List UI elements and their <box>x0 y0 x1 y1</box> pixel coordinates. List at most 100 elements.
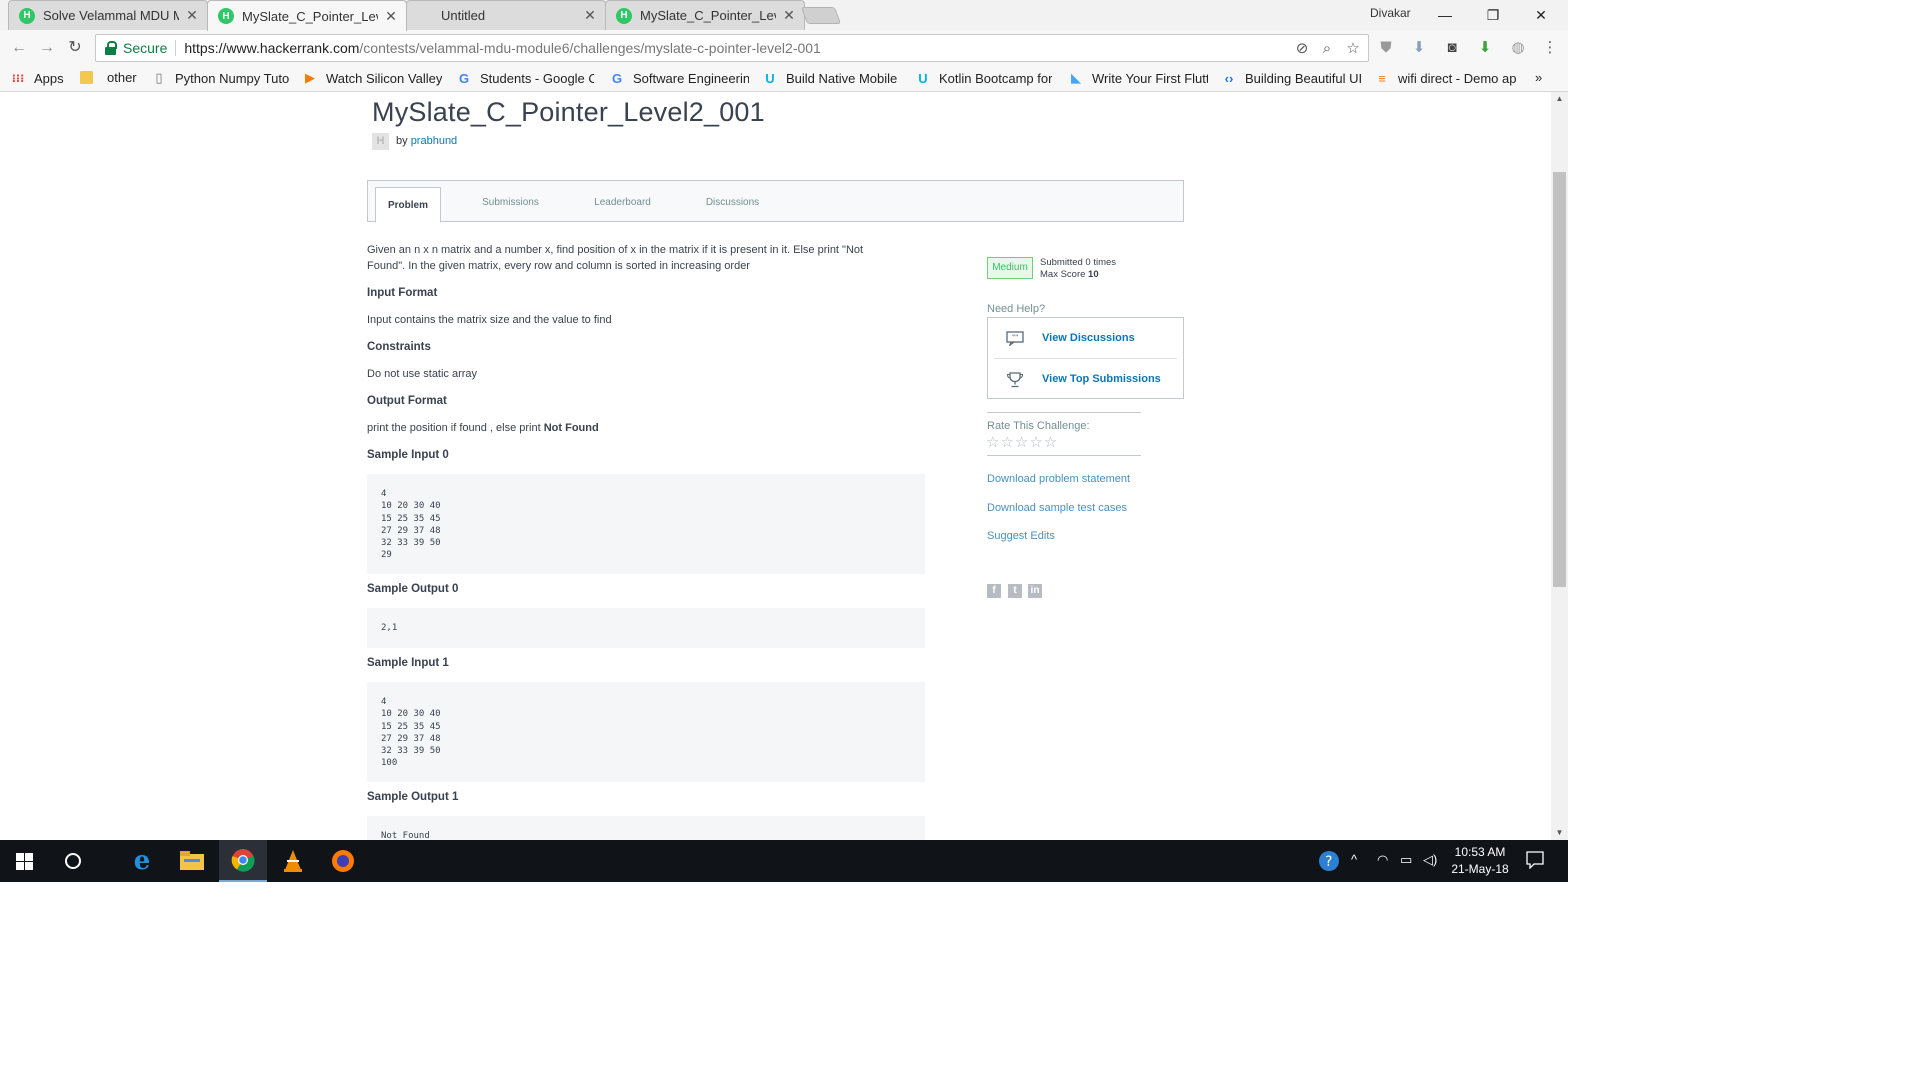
bookmarks-overflow-button[interactable]: » <box>1535 70 1542 85</box>
back-icon[interactable]: ← <box>9 38 29 58</box>
bookmark-item[interactable]: G Students - Google C <box>456 70 594 86</box>
rate-label: Rate This Challenge: <box>987 420 1090 432</box>
bookmark-folder-other[interactable]: other <box>80 70 145 85</box>
profile-name[interactable]: Divakar <box>1370 6 1411 20</box>
chrome-taskbar-icon[interactable] <box>219 840 267 882</box>
page-icon: ▯ <box>155 70 163 85</box>
download-statement-link[interactable]: Download problem statement <box>987 473 1130 485</box>
sample-output-0[interactable]: 2,1 <box>367 608 925 648</box>
edge-icon[interactable]: e <box>118 840 166 882</box>
system-clock[interactable]: 10:53 AM 21-May-18 <box>1440 844 1520 878</box>
browser-tab[interactable]: H Solve Velammal MDU Mc ✕ <box>8 0 208 30</box>
view-top-submissions-link[interactable]: View Top Submissions <box>988 359 1183 399</box>
shield-extension-icon[interactable]: ⛊ <box>1377 39 1395 57</box>
svg-text:"": "" <box>1012 334 1018 341</box>
tab-leaderboard[interactable]: Leaderboard <box>580 181 665 223</box>
browser-toolbar: ← → ↻ Secure https://www.hackerrank.com /… <box>0 30 1568 66</box>
bookmark-item[interactable]: ≡ wifi direct - Demo ap <box>1374 70 1518 86</box>
wifi-icon[interactable]: ◠ <box>1377 852 1388 868</box>
constraints-text: Do not use static array <box>367 368 478 380</box>
url-path: /contests/velammal-mdu-module6/challenge… <box>359 40 821 56</box>
lock-icon <box>105 41 117 55</box>
scrollbar-thumb[interactable] <box>1553 172 1566 587</box>
page-scrollbar[interactable]: ▲ ▼ <box>1551 92 1568 840</box>
download-extension-icon[interactable]: ⬇ <box>1410 39 1428 57</box>
close-tab-icon[interactable]: ✕ <box>384 8 398 25</box>
sample-input-0[interactable]: 4 10 20 30 40 15 25 35 45 27 29 37 48 32… <box>367 474 925 574</box>
input-format-heading: Input Format <box>367 287 438 299</box>
zoom-icon[interactable]: ⌕ <box>1318 40 1336 58</box>
secure-label: Secure <box>123 40 177 56</box>
suggest-edits-link[interactable]: Suggest Edits <box>987 530 1055 542</box>
firefox-icon[interactable] <box>319 840 367 882</box>
translate-icon[interactable]: ⊘ <box>1293 40 1311 58</box>
need-help-heading: Need Help? <box>987 303 1046 315</box>
page-content: MySlate_C_Pointer_Level2_001 H by prabhu… <box>0 92 1551 840</box>
bookmark-item[interactable]: ▯ Python Numpy Tuto <box>151 70 291 86</box>
tab-title: MySlate_C_Pointer_Level2 <box>640 8 776 23</box>
author-link[interactable]: prabhund <box>411 135 458 147</box>
difficulty-badge: Medium <box>987 257 1033 279</box>
input-format-text: Input contains the matrix size and the v… <box>367 314 612 326</box>
not-found-bold: Not Found <box>543 422 599 434</box>
chrome-menu-icon[interactable]: ⋮ <box>1541 39 1559 57</box>
new-tab-button[interactable] <box>800 7 842 24</box>
bookmark-star-icon[interactable]: ☆ <box>1344 40 1362 58</box>
browser-tab-active[interactable]: H MySlate_C_Pointer_Level2 ✕ <box>207 0 407 31</box>
scroll-up-icon[interactable]: ▲ <box>1551 92 1568 106</box>
view-discussions-link[interactable]: "" View Discussions <box>988 318 1183 358</box>
browser-tab[interactable]: Untitled ✕ <box>406 0 606 30</box>
close-tab-icon[interactable]: ✕ <box>782 7 796 24</box>
twitter-icon[interactable]: t <box>1008 584 1022 598</box>
minimize-icon[interactable]: — <box>1422 3 1468 27</box>
author-line: by prabhund <box>396 135 457 147</box>
bookmark-item[interactable]: U Build Native Mobile <box>762 70 902 86</box>
bookmark-item[interactable]: G Software Engineerin <box>609 70 749 86</box>
vlc-icon[interactable] <box>269 840 317 882</box>
address-bar[interactable]: Secure https://www.hackerrank.com/contes… <box>95 34 1369 62</box>
tab-submissions[interactable]: Submissions <box>468 181 553 223</box>
sample-output-1[interactable]: Not Found <box>367 816 925 840</box>
restore-icon[interactable]: ❐ <box>1470 3 1516 27</box>
lastpass-extension-icon[interactable]: ◙ <box>1443 39 1461 57</box>
volume-icon[interactable]: ◁) <box>1423 852 1437 868</box>
reload-icon[interactable]: ↻ <box>65 38 85 58</box>
close-tab-icon[interactable]: ✕ <box>583 7 597 24</box>
sample-input-1[interactable]: 4 10 20 30 40 15 25 35 45 27 29 37 48 32… <box>367 682 925 782</box>
tray-chevron-up-icon[interactable]: ^ <box>1351 852 1357 867</box>
max-score: Max Score 10 <box>1040 269 1099 280</box>
bookmark-apps[interactable]: ⁝⁝⁝ Apps <box>10 70 80 86</box>
start-button[interactable] <box>0 840 48 882</box>
close-window-icon[interactable]: ✕ <box>1518 3 1564 27</box>
problem-statement: Given an n x n matrix and a number x, fi… <box>367 242 927 840</box>
code-icon: ‹› <box>1224 70 1234 86</box>
stackoverflow-icon: ≡ <box>1378 70 1386 86</box>
forward-icon[interactable]: → <box>37 38 57 58</box>
tab-discussions[interactable]: Discussions <box>690 181 775 223</box>
bookmark-item[interactable]: ▶ Watch Silicon Valley <box>302 70 442 86</box>
bookmark-item[interactable]: U Kotlin Bootcamp for <box>915 70 1055 86</box>
output-format-heading: Output Format <box>367 395 447 407</box>
help-tray-icon[interactable]: ? <box>1318 850 1340 875</box>
bookmark-item[interactable]: ◣ Write Your First Flutt <box>1068 70 1208 86</box>
globe-extension-icon[interactable]: ◍ <box>1509 39 1527 57</box>
trophy-icon <box>1004 370 1026 388</box>
browser-tab[interactable]: H MySlate_C_Pointer_Level2 ✕ <box>605 0 805 30</box>
challenge-tabs: Problem Submissions Leaderboard Discussi… <box>367 180 1184 223</box>
cortana-icon[interactable] <box>49 840 97 882</box>
bookmark-item[interactable]: ‹› Building Beautiful UI <box>1221 70 1361 86</box>
close-tab-icon[interactable]: ✕ <box>185 7 199 24</box>
battery-icon[interactable]: ▭ <box>1400 852 1412 868</box>
sample-heading: Sample Output 0 <box>367 583 459 595</box>
tab-problem[interactable]: Problem <box>375 187 441 223</box>
green-download-extension-icon[interactable]: ⬇ <box>1476 39 1494 57</box>
url-host: https://www.hackerrank.com <box>184 40 360 56</box>
file-explorer-icon[interactable] <box>168 840 216 882</box>
star-rating[interactable]: ☆☆☆☆☆ <box>986 433 1058 451</box>
download-tests-link[interactable]: Download sample test cases <box>987 502 1127 514</box>
action-center-icon[interactable] <box>1526 851 1544 872</box>
linkedin-icon[interactable]: in <box>1028 584 1042 598</box>
scroll-down-icon[interactable]: ▼ <box>1551 826 1568 840</box>
facebook-icon[interactable]: f <box>987 584 1001 598</box>
udacity-icon: U <box>765 70 775 86</box>
